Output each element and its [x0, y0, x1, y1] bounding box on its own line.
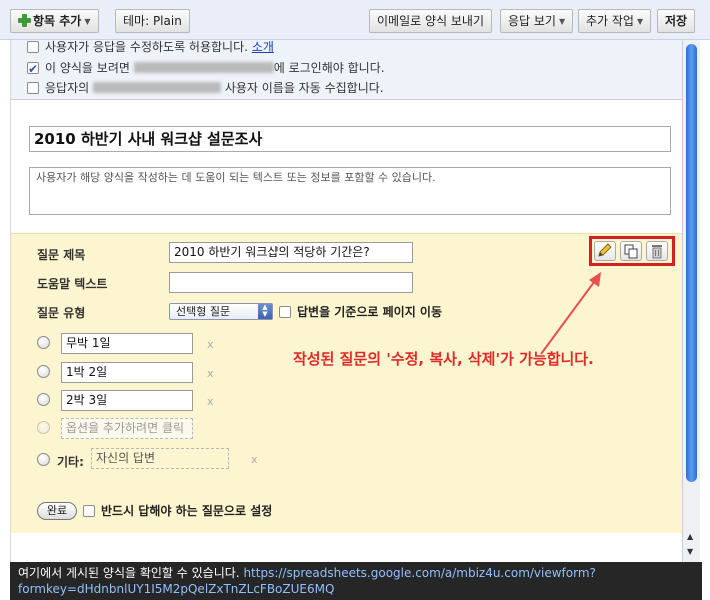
published-form-link[interactable]: https://spreadsheets.google.com/a/mbiz4u… — [243, 566, 595, 580]
collect-username-suffix: 사용자 이름을 자동 수집합니다. — [224, 81, 384, 95]
learn-more-link[interactable]: 소개 — [252, 40, 274, 54]
trash-icon — [652, 245, 662, 259]
save-label: 저장 — [665, 14, 688, 28]
copy-button[interactable] — [620, 241, 642, 261]
pencil-icon — [598, 243, 612, 257]
collect-username-checkbox[interactable] — [27, 82, 39, 94]
scroll-down-arrow-icon[interactable]: ▼ — [687, 547, 693, 556]
option-radio — [37, 336, 50, 349]
help-text-input[interactable] — [169, 272, 413, 293]
add-item-button[interactable]: 항목 추가 ▼ — [10, 9, 99, 33]
required-label: 반드시 답해야 하는 질문으로 설정 — [101, 504, 273, 518]
allow-edit-checkbox[interactable] — [27, 41, 39, 53]
add-option-input[interactable]: 옵션을 추가하려면 클릭 — [61, 418, 193, 439]
question-type-select[interactable]: 선택형 질문 ▲ ▼ — [169, 303, 273, 320]
view-responses-label: 응답 보기 — [508, 14, 556, 28]
option-input-1[interactable]: 무박 1일 — [61, 333, 193, 354]
annotation-text: 작성된 질문의 '수정, 복사, 삭제'가 가능합니다. — [293, 350, 594, 368]
view-responses-button[interactable]: 응답 보기 ▼ — [500, 9, 574, 33]
delete-button[interactable] — [646, 241, 668, 261]
theme-button[interactable]: 테마: Plain — [115, 9, 190, 33]
done-button[interactable]: 완료 — [37, 502, 77, 520]
collect-username-prefix: 응답자의 — [45, 81, 90, 95]
edit-button[interactable] — [594, 241, 616, 261]
question-actions-highlight — [589, 236, 675, 266]
vertical-scrollbar[interactable]: ▲ ▼ — [682, 40, 700, 562]
form-title-input[interactable]: 2010 하반기 사내 워크샵 설문조사 — [29, 126, 671, 152]
required-checkbox[interactable] — [83, 505, 95, 517]
save-button[interactable]: 저장 — [657, 9, 696, 33]
other-answer-input[interactable]: 자신의 답변 — [91, 448, 229, 469]
plus-icon — [18, 14, 31, 27]
require-login-checkbox[interactable] — [27, 60, 39, 78]
allow-edit-text: 사용자가 응답을 수정하도록 허용합니다. — [45, 40, 248, 54]
option-radio — [37, 365, 50, 378]
page-nav-option: 답변을 기준으로 페이지 이동 — [279, 303, 442, 320]
form-settings: 사용자가 응답을 수정하도록 허용합니다. 소개 이 양식을 보려면 에 로그인… — [11, 40, 683, 100]
help-text-label: 도움말 텍스트 — [37, 277, 108, 291]
form-description-input[interactable]: 사용자가 해당 양식을 작성하는 데 도움이 되는 텍스트 또는 정보를 포함할… — [29, 167, 671, 215]
delete-option-icon[interactable]: x — [207, 395, 214, 408]
chevron-down-icon: ▼ — [84, 17, 91, 26]
published-form-link-key[interactable]: formkey=dHdnbnlUY1I5M2pQelZxTnZLcFBoZUE6… — [18, 582, 334, 596]
toolbar: 항목 추가 ▼ 테마: Plain 이메일로 양식 보내기 응답 보기 ▼ 추가 작… — [0, 0, 710, 40]
page-nav-label: 답변을 기준으로 페이지 이동 — [297, 305, 443, 319]
option-radio — [37, 421, 50, 434]
other-radio — [37, 453, 50, 466]
email-form-button[interactable]: 이메일로 양식 보내기 — [369, 9, 492, 33]
chevron-down-icon: ▼ — [558, 17, 566, 26]
require-login-prefix: 이 양식을 보려면 — [45, 61, 130, 75]
question-type-label: 질문 유형 — [37, 306, 86, 320]
form-editor: 사용자가 응답을 수정하도록 허용합니다. 소개 이 양식을 보려면 에 로그인… — [10, 40, 696, 562]
redacted-domain — [93, 82, 221, 93]
chevron-down-icon: ▼ — [636, 17, 644, 26]
option-input-3[interactable]: 2박 3일 — [61, 390, 193, 411]
question-type-value: 선택형 질문 — [176, 305, 231, 318]
theme-label: 테마: Plain — [123, 14, 182, 28]
footer-text: 여기에서 게시된 양식을 확인할 수 있습니다. — [18, 566, 240, 580]
delete-other-icon[interactable]: x — [251, 453, 258, 466]
redacted-domain — [133, 62, 274, 73]
other-label: 기타: — [57, 455, 84, 469]
add-item-label: 항목 추가 — [33, 14, 82, 28]
require-login-row: 이 양식을 보려면 에 로그인해야 합니다. — [27, 59, 385, 78]
page-nav-checkbox[interactable] — [279, 306, 291, 318]
option-input-2[interactable]: 1박 2일 — [61, 362, 193, 383]
require-login-suffix: 에 로그인해야 합니다. — [273, 61, 385, 75]
published-form-footer: 여기에서 게시된 양식을 확인할 수 있습니다. https://spreads… — [10, 562, 702, 600]
required-option: 반드시 답해야 하는 질문으로 설정 — [83, 502, 272, 519]
more-actions-label: 추가 작업 — [586, 14, 634, 28]
question-editor: 질문 제목 2010 하반기 워크샵의 적당하 기간은? 도움말 텍스트 질문 … — [11, 233, 683, 533]
collect-username-row: 응답자의 사용자 이름을 자동 수집합니다. — [27, 79, 384, 97]
more-actions-button[interactable]: 추가 작업 ▼ — [578, 9, 652, 33]
select-arrows-icon: ▲ ▼ — [258, 304, 272, 319]
question-title-label: 질문 제목 — [37, 248, 86, 262]
copy-icon — [624, 244, 638, 259]
email-form-label: 이메일로 양식 보내기 — [377, 14, 484, 28]
scroll-up-arrow-icon[interactable]: ▲ — [687, 532, 693, 541]
allow-edit-row: 사용자가 응답을 수정하도록 허용합니다. 소개 — [27, 40, 274, 56]
option-radio — [37, 393, 50, 406]
scrollbar-thumb[interactable] — [686, 44, 697, 482]
question-title-input[interactable]: 2010 하반기 워크샵의 적당하 기간은? — [169, 242, 413, 263]
delete-option-icon[interactable]: x — [207, 367, 214, 380]
delete-option-icon[interactable]: x — [207, 338, 214, 351]
annotation-arrow-icon — [540, 272, 601, 355]
